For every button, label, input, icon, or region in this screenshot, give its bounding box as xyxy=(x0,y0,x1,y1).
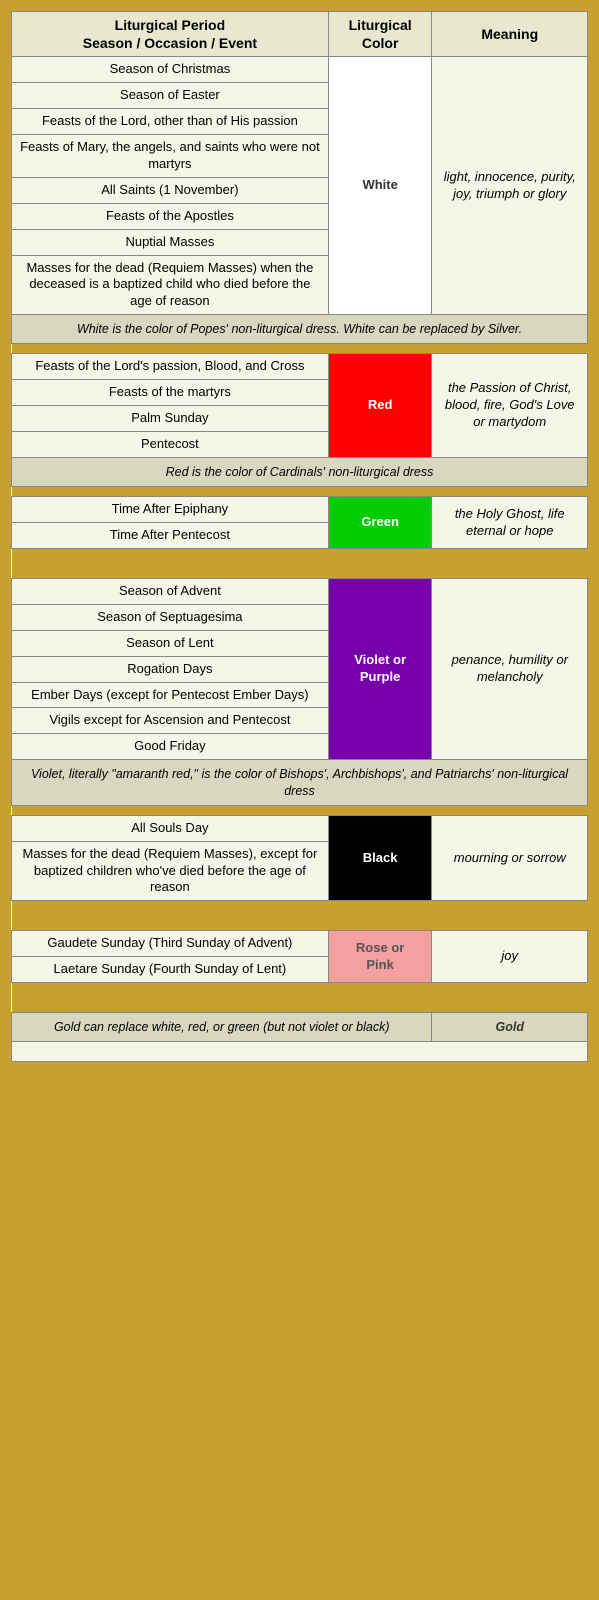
period-cell: Feasts of the martyrs xyxy=(12,380,329,406)
period-cell: Rogation Days xyxy=(12,656,329,682)
spacer-extra-black xyxy=(12,901,588,911)
period-cell: Feasts of the Lord, other than of His pa… xyxy=(12,109,329,135)
meaning-cell-green: the Holy Ghost, life eternal or hope xyxy=(432,497,588,549)
period-cell: Feasts of the Apostles xyxy=(12,203,329,229)
color-cell-red: Red xyxy=(328,354,432,458)
spacer-extra-black xyxy=(12,911,588,921)
period-cell: Ember Days (except for Pentecost Ember D… xyxy=(12,682,329,708)
period-cell: Palm Sunday xyxy=(12,406,329,432)
meaning-cell-black: mourning or sorrow xyxy=(432,815,588,901)
note-row-white: White is the color of Popes' non-liturgi… xyxy=(12,315,588,344)
period-cell: Season of Septuagesima xyxy=(12,604,329,630)
empty-row-gold xyxy=(12,1042,588,1062)
period-cell: Pentecost xyxy=(12,432,329,458)
table-header: Liturgical PeriodSeason / Occasion / Eve… xyxy=(12,12,588,57)
spacer-extra-rose xyxy=(12,993,588,1003)
data-row: Feasts of the Lord's passion, Blood, and… xyxy=(12,354,588,380)
meaning-cell-rose: joy xyxy=(432,931,588,983)
period-cell: Season of Lent xyxy=(12,630,329,656)
period-cell: Season of Christmas xyxy=(12,57,329,83)
data-row: All Souls DayBlackmourning or sorrow xyxy=(12,815,588,841)
spacer-row xyxy=(12,805,588,815)
period-cell: All Saints (1 November) xyxy=(12,177,329,203)
color-cell-black: Black xyxy=(328,815,432,901)
color-cell-green: Green xyxy=(328,497,432,549)
spacer-row xyxy=(12,921,588,931)
color-cell-white: White xyxy=(328,57,432,315)
period-cell: Nuptial Masses xyxy=(12,229,329,255)
note-text-red: Red is the color of Cardinals' non-litur… xyxy=(12,457,588,486)
header-period: Liturgical PeriodSeason / Occasion / Eve… xyxy=(12,12,329,57)
note-row-red: Red is the color of Cardinals' non-litur… xyxy=(12,457,588,486)
spacer-extra xyxy=(12,549,588,559)
note-row-violet: Violet, literally "amaranth red," is the… xyxy=(12,760,588,806)
period-cell: All Souls Day xyxy=(12,815,329,841)
meaning-cell-white: light, innocence, purity, joy, triumph o… xyxy=(432,57,588,315)
color-cell-gold: Gold xyxy=(432,1013,588,1042)
main-container: Liturgical PeriodSeason / Occasion / Eve… xyxy=(8,8,591,1065)
note-text-gold: Gold can replace white, red, or green (b… xyxy=(12,1013,432,1042)
period-cell: Masses for the dead (Requiem Masses) whe… xyxy=(12,255,329,315)
period-cell: Gaudete Sunday (Third Sunday of Advent) xyxy=(12,931,329,957)
period-cell: Time After Pentecost xyxy=(12,523,329,549)
spacer-row xyxy=(12,487,588,497)
spacer-row xyxy=(12,344,588,354)
note-row-gold: Gold can replace white, red, or green (b… xyxy=(12,1013,588,1042)
note-text-violet: Violet, literally "amaranth red," is the… xyxy=(12,760,588,806)
period-cell: Feasts of Mary, the angels, and saints w… xyxy=(12,135,329,178)
header-meaning: Meaning xyxy=(432,12,588,57)
period-cell: Laetare Sunday (Fourth Sunday of Lent) xyxy=(12,957,329,983)
period-cell: Vigils except for Ascension and Pentecos… xyxy=(12,708,329,734)
spacer-row xyxy=(12,1003,588,1013)
spacer-row xyxy=(12,569,588,579)
period-cell: Masses for the dead (Requiem Masses), ex… xyxy=(12,841,329,901)
period-cell: Good Friday xyxy=(12,734,329,760)
period-cell: Feasts of the Lord's passion, Blood, and… xyxy=(12,354,329,380)
color-cell-violet: Violet orPurple xyxy=(328,579,432,760)
header-color: LiturgicalColor xyxy=(328,12,432,57)
liturgical-table: Liturgical PeriodSeason / Occasion / Eve… xyxy=(11,11,588,1062)
data-row: Time After EpiphanyGreenthe Holy Ghost, … xyxy=(12,497,588,523)
spacer-extra xyxy=(12,559,588,569)
note-text-white: White is the color of Popes' non-liturgi… xyxy=(12,315,588,344)
data-row: Season of AdventViolet orPurplepenance, … xyxy=(12,579,588,605)
period-cell: Time After Epiphany xyxy=(12,497,329,523)
data-row: Gaudete Sunday (Third Sunday of Advent)R… xyxy=(12,931,588,957)
data-row: Season of ChristmasWhitelight, innocence… xyxy=(12,57,588,83)
meaning-cell-violet: penance, humility or melancholy xyxy=(432,579,588,760)
period-cell: Season of Easter xyxy=(12,83,329,109)
color-cell-rose: Rose orPink xyxy=(328,931,432,983)
meaning-cell-red: the Passion of Christ, blood, fire, God'… xyxy=(432,354,588,458)
period-cell: Season of Advent xyxy=(12,579,329,605)
spacer-extra-rose xyxy=(12,983,588,993)
